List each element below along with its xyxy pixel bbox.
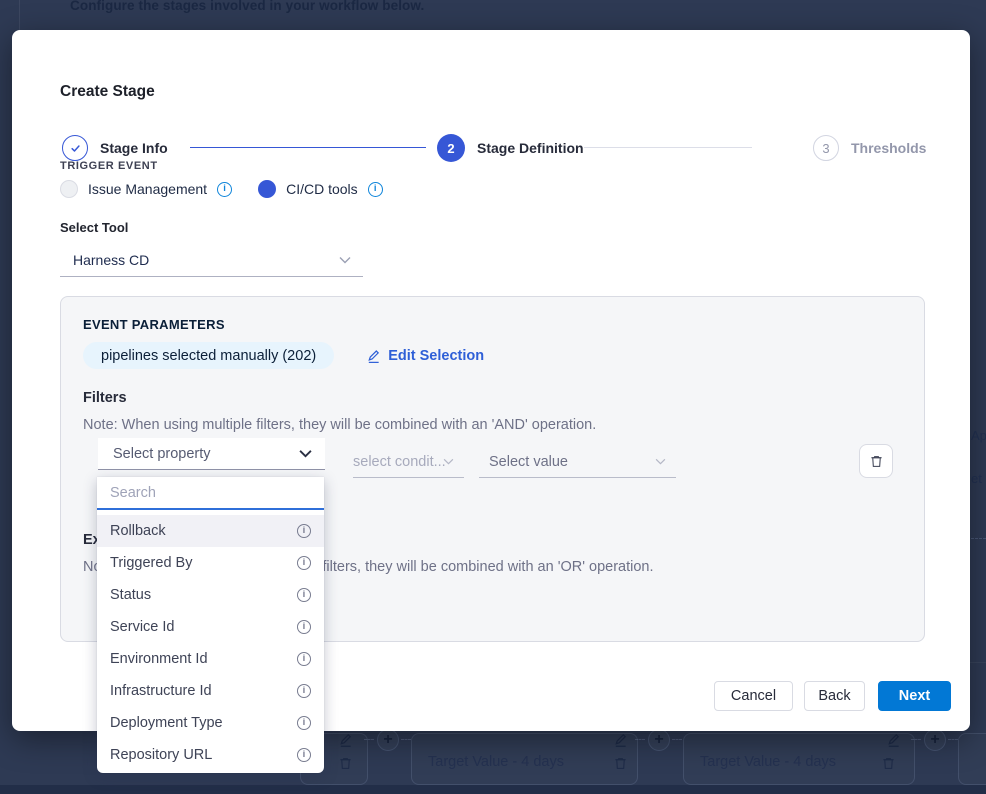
step-stage-definition[interactable]: 2 Stage Definition	[437, 134, 584, 162]
step-label: Thresholds	[851, 140, 926, 156]
edit-icon	[366, 348, 381, 364]
edit-icon	[613, 732, 628, 747]
edit-selection-link[interactable]: Edit Selection	[366, 348, 484, 364]
connector-dash	[401, 739, 411, 740]
value-select[interactable]: Select value	[479, 446, 676, 478]
trigger-event-options: Issue Management CI/CD tools	[60, 179, 383, 199]
condition-select[interactable]: select condit...	[353, 446, 464, 478]
edit-selection-label: Edit Selection	[388, 348, 484, 364]
step-connector	[190, 147, 426, 148]
filters-note: Note: When using multiple filters, they …	[83, 417, 596, 433]
info-icon[interactable]	[297, 556, 311, 570]
add-stage-icon	[377, 729, 399, 751]
step-stage-info[interactable]: Stage Info	[62, 134, 168, 162]
info-icon[interactable]	[297, 588, 311, 602]
next-button[interactable]: Next	[878, 681, 951, 711]
info-icon[interactable]	[368, 182, 383, 197]
radio-issue-management[interactable]: Issue Management	[60, 180, 232, 198]
radio-cicd-tools[interactable]: CI/CD tools	[258, 180, 383, 198]
info-icon[interactable]	[217, 182, 232, 197]
connector-dash	[672, 739, 682, 740]
background-edge-dash	[971, 538, 986, 539]
info-icon[interactable]	[297, 524, 311, 538]
connector-dash	[948, 739, 958, 740]
info-icon[interactable]	[297, 620, 311, 634]
search-input[interactable]	[97, 485, 324, 501]
property-select[interactable]: Select property	[98, 438, 325, 470]
trash-icon	[338, 756, 353, 771]
back-button[interactable]: Back	[804, 681, 865, 711]
info-icon[interactable]	[297, 652, 311, 666]
dropdown-search	[97, 477, 324, 510]
edit-icon	[886, 732, 901, 747]
radio-icon[interactable]	[258, 180, 276, 198]
background-divider	[19, 0, 20, 30]
chevron-down-icon	[339, 256, 351, 264]
step-label: Stage Definition	[477, 140, 584, 156]
info-icon[interactable]	[297, 716, 311, 730]
background-edge-text: Ap	[971, 428, 986, 443]
property-option[interactable]: Deployment Type	[97, 707, 324, 739]
tool-select-value: Harness CD	[73, 252, 149, 268]
step-number: 2	[437, 134, 465, 162]
info-icon[interactable]	[297, 748, 311, 762]
radio-label: Issue Management	[88, 181, 207, 197]
add-stage-icon	[924, 729, 946, 751]
create-stage-modal: Create Stage Stage Info 2 Stage Definiti…	[12, 30, 970, 731]
select-tool-label: Select Tool	[60, 220, 128, 235]
property-option[interactable]: Triggered By	[97, 547, 324, 579]
background-card-label: Target Value - 4 days	[700, 754, 836, 770]
step-thresholds[interactable]: 3 Thresholds	[813, 134, 926, 162]
edit-icon	[338, 732, 353, 747]
connector-dash	[635, 739, 645, 740]
trash-icon	[881, 756, 896, 771]
chevron-down-icon	[443, 458, 454, 465]
step-label: Stage Info	[100, 140, 168, 156]
property-option[interactable]: Environment Id	[97, 643, 324, 675]
connector-dash	[364, 739, 374, 740]
property-option[interactable]: Repository URL	[97, 739, 324, 771]
value-select-value: Select value	[489, 454, 568, 470]
trigger-event-label: TRIGGER EVENT	[60, 160, 158, 172]
property-option[interactable]: Infrastructure Id	[97, 675, 324, 707]
modal-title: Create Stage	[60, 83, 155, 101]
background-bottom-bar	[0, 785, 986, 794]
filters-heading: Filters	[83, 390, 127, 406]
background-stage-card	[958, 733, 986, 785]
delete-filter-button[interactable]	[859, 444, 893, 478]
chevron-down-icon	[655, 458, 666, 465]
property-option[interactable]: Rollback	[97, 515, 324, 547]
event-parameters-heading: EVENT PARAMETERS	[83, 317, 225, 332]
radio-icon[interactable]	[60, 180, 78, 198]
background-edge-text: et	[971, 471, 982, 486]
check-icon	[62, 135, 88, 161]
property-option[interactable]: Service Id	[97, 611, 324, 643]
step-number: 3	[813, 135, 839, 161]
radio-label: CI/CD tools	[286, 181, 358, 197]
cancel-button[interactable]: Cancel	[714, 681, 793, 711]
condition-select-value: select condit...	[353, 454, 446, 470]
trash-icon	[869, 454, 884, 469]
step-connector	[584, 147, 752, 148]
property-option[interactable]: Status	[97, 579, 324, 611]
selection-pill: pipelines selected manually (202)	[83, 342, 334, 369]
chevron-down-icon	[299, 449, 312, 458]
property-dropdown: Rollback Triggered By Status Service Id …	[97, 477, 324, 773]
property-select-value: Select property	[113, 446, 211, 462]
background-card-label: Target Value - 4 days	[428, 754, 564, 770]
dropdown-options: Rollback Triggered By Status Service Id …	[97, 510, 324, 771]
background-page-subtitle: Configure the stages involved in your wo…	[70, 0, 424, 13]
info-icon[interactable]	[297, 684, 311, 698]
connector-dash	[911, 739, 921, 740]
tool-select[interactable]: Harness CD	[60, 243, 363, 277]
background-seam	[970, 662, 986, 663]
trash-icon	[613, 756, 628, 771]
add-stage-icon	[648, 729, 670, 751]
